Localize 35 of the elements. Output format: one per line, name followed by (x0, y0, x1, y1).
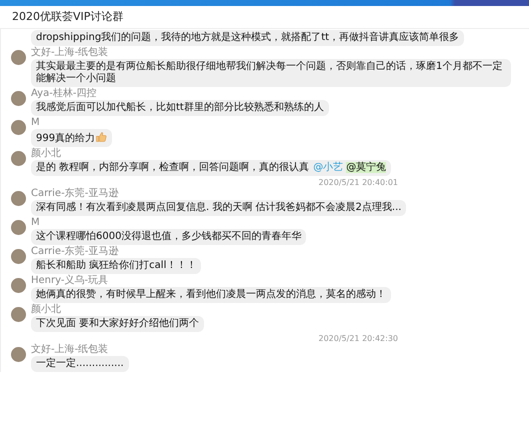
message-bubble: 这个课程哪怕6000没得退也值，多少钱都买不回的青春年华 (31, 229, 306, 245)
message-bubble: 我感觉后面可以加代船长，比如tt群里的部分比较熟悉和熟练的人 (31, 100, 329, 116)
message-bubble: 999真的给力 (31, 129, 112, 147)
timestamp: 2020/5/21 20:40:01 (318, 178, 398, 187)
message-bubble: 船长和船助 疯狂给你们打call！！！ (31, 258, 202, 274)
avatar-icon (11, 220, 26, 235)
avatar-icon (11, 249, 26, 264)
thumbs-up-icon (95, 131, 108, 143)
sender-name: 文好-上海-纸包装 (31, 345, 108, 355)
sender-name: 颜小北 (31, 305, 61, 315)
sender-name: 文好-上海-纸包装 (31, 48, 108, 58)
sender-name: Aya-桂林-四控 (31, 89, 96, 99)
avatar-icon (11, 307, 26, 322)
message-bubble: 她俩真的很赞，有时候早上醒来，看到他们凌晨一两点发的消息，莫名的感动！ (31, 287, 391, 303)
message-bubble: 一定一定............... (31, 356, 129, 372)
message-bubble: 深有同感！有次看到凌晨两点回复信息. 我的天啊 估计我爸妈都不会凌晨2点理我... (31, 200, 406, 216)
sender-name: Henry-义乌-玩具 (31, 276, 108, 286)
sender-name: Carrie-东莞-亚马逊 (31, 247, 118, 257)
window-title: 2020优联荟VIP讨论群 (0, 6, 529, 29)
message-bubble: dropshipping我们的问题，我待的地方就是这种模式，就搭配了tt，再做抖音讲真应该简单很多 (31, 30, 464, 46)
sender-name: M (31, 218, 40, 228)
message-bubble: 其实最最主要的是有两位船长船助很仔细地帮我们解决每一个问题，否则靠自己的话，琢磨1个月都不一定能解决一个小问题 (31, 59, 511, 87)
avatar-icon (11, 120, 26, 135)
avatar-icon (11, 91, 26, 106)
avatar-icon (11, 50, 26, 65)
sender-name: Carrie-东莞-亚马逊 (31, 189, 118, 199)
message-bubble: 是的 教程啊，内部分享啊，检查啊，回答问题啊，真的很认真 @小艺 @莫宁兔 (31, 160, 392, 176)
sender-name: M (31, 118, 40, 128)
message-bubble: 下次见面 要和大家好好介绍他们两个 (31, 316, 204, 332)
avatar-icon (11, 151, 26, 166)
timestamp: 2020/5/21 20:42:30 (318, 334, 398, 343)
avatar-icon (11, 278, 26, 293)
avatar-icon (11, 347, 26, 362)
sender-name: 颜小北 (31, 149, 61, 159)
avatar-icon (11, 191, 26, 206)
